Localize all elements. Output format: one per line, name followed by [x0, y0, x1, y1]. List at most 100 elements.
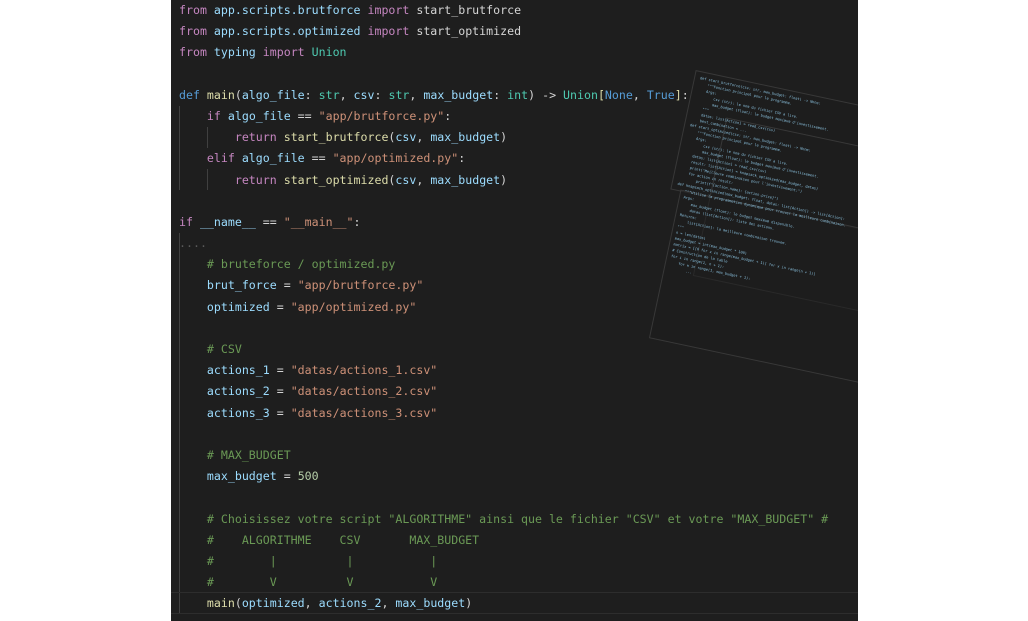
code-token: ,	[632, 87, 647, 102]
code-token: ,	[304, 596, 319, 611]
code-line[interactable]: # Choisissez votre script "ALGORITHME" a…	[179, 509, 828, 530]
code-line[interactable]: # ALGORITHME CSV MAX_BUDGET	[179, 530, 828, 551]
code-token: from	[179, 3, 214, 17]
code-token: ==	[255, 214, 284, 229]
code-line[interactable]: def main(algo_file: str, csv: str, max_b…	[179, 85, 828, 106]
code-line[interactable]: from app.scripts.brutforce import start_…	[179, 0, 828, 21]
code-token: )	[465, 596, 473, 611]
code-token: max_budget	[430, 172, 501, 187]
code-token: Union	[311, 45, 347, 60]
code-line[interactable]: main(optimized, actions_2, max_budget)	[179, 593, 828, 614]
code-line[interactable]: max_budget = 500	[179, 466, 828, 487]
code-token: # MAX_BUDGET	[206, 447, 291, 462]
code-token: # ALGORITHME CSV MAX_BUDGET	[206, 532, 480, 547]
code-line[interactable]: # | | |	[179, 551, 828, 572]
code-token: import	[255, 45, 312, 60]
code-line[interactable]	[179, 487, 828, 508]
code-token: actions_1	[206, 363, 270, 378]
code-token: =	[269, 384, 291, 399]
code-token: brut_force	[206, 278, 277, 293]
code-token: app.scripts.optimized	[213, 24, 361, 39]
code-token: main	[206, 87, 235, 102]
code-token: =	[276, 469, 298, 484]
code-token: ==	[290, 108, 319, 123]
code-line[interactable]: if algo_file == "app/brutforce.py":	[179, 106, 828, 127]
code-token: if	[206, 108, 228, 123]
code-line[interactable]: # bruteforce / optimized.py	[179, 254, 828, 275]
code-token: "app/brutforce.py"	[318, 108, 445, 123]
code-token: from	[179, 45, 214, 60]
code-token: :	[353, 214, 361, 229]
code-line[interactable]: return start_optimized(csv, max_budget)	[179, 170, 828, 191]
code-token: str	[388, 87, 410, 102]
code-token: ,	[339, 87, 354, 102]
code-line[interactable]	[179, 191, 828, 212]
code-token: int	[507, 87, 529, 102]
code-token: elif	[206, 151, 242, 166]
code-token: csv	[353, 87, 375, 102]
code-line[interactable]: elif algo_file == "app/optimized.py":	[179, 148, 828, 169]
code-line[interactable]: brut_force = "app/brutforce.py"	[179, 275, 828, 296]
code-token: actions_3	[206, 405, 270, 420]
code-token: start_brutforce	[283, 130, 389, 145]
code-token: ,	[381, 596, 396, 611]
code-token: )	[500, 130, 508, 145]
code-line[interactable]: from app.scripts.optimized import start_…	[179, 21, 828, 42]
code-line[interactable]: return start_brutforce(csv, max_budget)	[179, 127, 828, 148]
code-token: import	[360, 3, 417, 17]
code-token: :	[304, 87, 319, 102]
code-token: =	[269, 363, 291, 378]
code-token: str	[318, 87, 340, 102]
code-token: "datas/actions_3.csv"	[290, 405, 438, 420]
code-token: :	[493, 87, 508, 102]
code-token: actions_2	[318, 596, 382, 611]
code-area[interactable]: from app.scripts.brutforce import start_…	[179, 0, 828, 614]
code-token: __name__	[199, 214, 256, 229]
code-token: main	[206, 596, 235, 611]
code-line[interactable]: if __name__ == "__main__":	[179, 212, 828, 233]
code-token: None	[604, 87, 633, 102]
code-token: ,	[416, 172, 431, 187]
code-token: algo_file	[241, 151, 305, 166]
code-line[interactable]: from typing import Union	[179, 42, 828, 63]
code-token: ) ->	[528, 87, 564, 102]
code-token: actions_2	[206, 384, 270, 399]
code-line[interactable]	[179, 64, 828, 85]
code-line[interactable]	[179, 318, 828, 339]
code-line[interactable]: optimized = "app/optimized.py"	[179, 297, 828, 318]
code-line[interactable]: actions_3 = "datas/actions_3.csv"	[179, 403, 828, 424]
code-line[interactable]: # CSV	[179, 339, 828, 360]
code-token: :	[681, 87, 689, 102]
code-token: algo_file	[241, 87, 305, 102]
code-token: from	[179, 24, 214, 39]
code-token: optimized	[206, 299, 270, 314]
code-token: if	[179, 214, 200, 229]
code-token: def	[179, 87, 207, 102]
code-line[interactable]: # V V V	[179, 572, 828, 593]
code-editor[interactable]: from app.scripts.brutforce import start_…	[171, 0, 858, 621]
code-token: return	[234, 172, 284, 187]
code-token: # Choisissez votre script "ALGORITHME" a…	[206, 511, 829, 526]
code-line[interactable]: actions_2 = "datas/actions_2.csv"	[179, 381, 828, 402]
code-line[interactable]: actions_1 = "datas/actions_1.csv"	[179, 360, 828, 381]
code-token: :	[444, 108, 452, 123]
code-token: csv	[395, 130, 417, 145]
code-token: (	[234, 87, 242, 102]
code-token: :	[458, 151, 466, 166]
code-token: max_budget	[206, 469, 277, 484]
code-token: return	[234, 130, 284, 145]
code-line[interactable]: ....	[179, 233, 828, 254]
code-line[interactable]	[179, 424, 828, 445]
code-token: "__main__"	[283, 214, 354, 229]
code-token: "app/optimized.py"	[332, 151, 459, 166]
code-line[interactable]: # MAX_BUDGET	[179, 445, 828, 466]
